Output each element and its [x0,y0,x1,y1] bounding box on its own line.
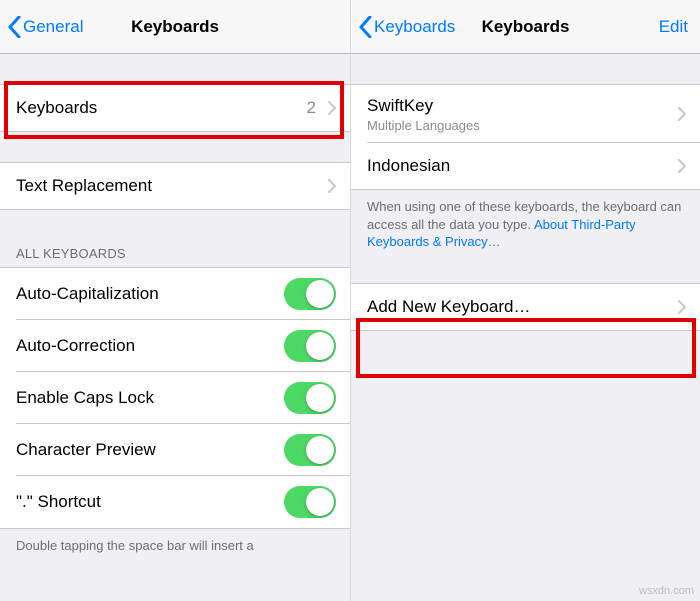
chevron-right-icon [678,300,686,314]
add-new-keyboard-label: Add New Keyboard… [367,297,530,317]
toggle-label: Character Preview [16,440,156,460]
toggle-row-period-shortcut: "." Shortcut [0,476,350,528]
text-replacement-row[interactable]: Text Replacement [0,163,350,209]
third-party-footer: When using one of these keyboards, the k… [351,190,700,263]
keyboards-row[interactable]: Keyboards 2 [0,85,350,131]
text-replacement-group: Text Replacement [0,162,350,210]
navbar-left: General Keyboards [0,0,350,54]
toggle-auto-capitalization[interactable] [284,278,336,310]
keyboards-count: 2 [307,98,322,118]
settings-keyboards-pane: General Keyboards Keyboards 2 Text Repla… [0,0,350,601]
keyboards-group: Keyboards 2 [0,84,350,132]
toggle-label: Enable Caps Lock [16,388,154,408]
chevron-left-icon [359,16,372,38]
toggle-period-shortcut[interactable] [284,486,336,518]
all-keyboards-header: ALL KEYBOARDS [0,240,350,267]
chevron-right-icon [678,159,686,173]
toggle-row-auto-correction: Auto-Correction [0,320,350,372]
footer-text-left: Double tapping the space bar will insert… [0,529,350,567]
chevron-left-icon [8,16,21,38]
keyboard-row-swiftkey[interactable]: SwiftKey Multiple Languages [351,85,700,143]
watermark: wsxdn.com [639,585,694,597]
add-keyboard-group: Add New Keyboard… [351,283,700,331]
chevron-right-icon [678,107,686,121]
keyboard-label: Indonesian [367,156,450,176]
keyboards-label: Keyboards [16,98,97,118]
chevron-right-icon [328,179,336,193]
back-label: Keyboards [374,17,455,37]
toggle-row-caps-lock: Enable Caps Lock [0,372,350,424]
navbar-right: Keyboards Keyboards Edit [351,0,700,54]
toggle-character-preview[interactable] [284,434,336,466]
toggle-label: Auto-Correction [16,336,135,356]
toggle-caps-lock[interactable] [284,382,336,414]
back-label: General [23,17,83,37]
toggle-label: "." Shortcut [16,492,101,512]
toggle-auto-correction[interactable] [284,330,336,362]
toggle-row-auto-cap: Auto-Capitalization [0,268,350,320]
toggle-label: Auto-Capitalization [16,284,159,304]
keyboard-sublabel: Multiple Languages [367,118,672,133]
back-button-general[interactable]: General [8,16,83,38]
keyboard-label: SwiftKey [367,96,672,116]
chevron-right-icon [328,101,336,115]
keyboards-list-pane: Keyboards Keyboards Edit SwiftKey Multip… [350,0,700,601]
keyboard-row-indonesian[interactable]: Indonesian [351,143,700,189]
add-new-keyboard-row[interactable]: Add New Keyboard… [351,284,700,330]
toggles-group: Auto-Capitalization Auto-Correction Enab… [0,267,350,529]
installed-keyboards-group: SwiftKey Multiple Languages Indonesian [351,84,700,190]
back-button-keyboards[interactable]: Keyboards [359,16,455,38]
text-replacement-label: Text Replacement [16,176,152,196]
edit-button[interactable]: Edit [659,17,692,37]
toggle-row-char-preview: Character Preview [0,424,350,476]
